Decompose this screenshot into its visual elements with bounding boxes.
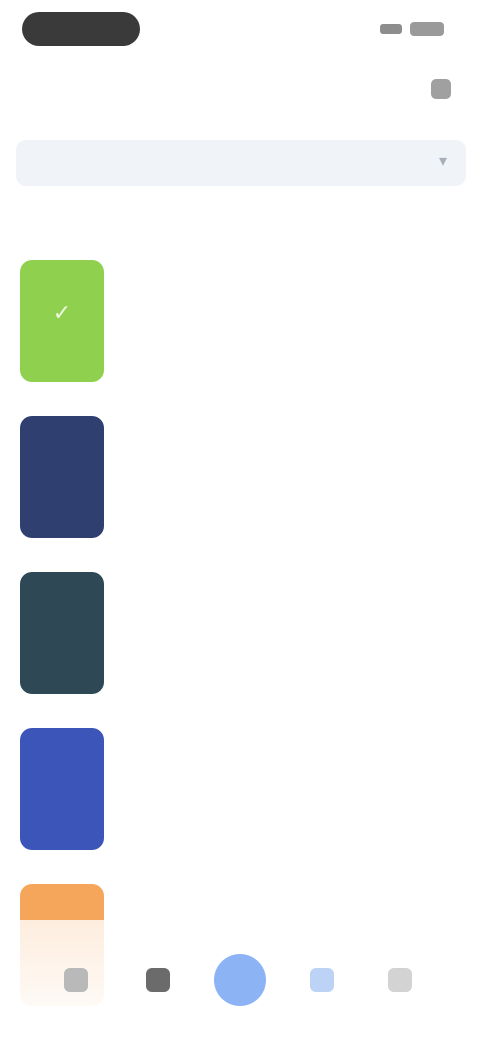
list-item[interactable] xyxy=(0,404,480,560)
library-icon xyxy=(310,968,334,992)
book-cover[interactable]: ✓ xyxy=(20,260,104,382)
book-cover[interactable] xyxy=(20,728,104,850)
book-list: ✓ xyxy=(0,248,480,1028)
discover-icon xyxy=(146,968,170,992)
header xyxy=(0,60,480,116)
status-icons xyxy=(380,22,444,36)
list-item[interactable] xyxy=(0,716,480,872)
home-icon xyxy=(64,968,88,992)
battery-icon xyxy=(410,22,444,36)
nav-profile[interactable] xyxy=(370,950,430,1010)
status-bar xyxy=(0,0,480,60)
menu-button[interactable] xyxy=(428,76,454,102)
filter-icon[interactable]: ▾ xyxy=(434,153,452,171)
list-item[interactable]: ✓ xyxy=(0,248,480,404)
search-input[interactable]: ▾ xyxy=(16,140,466,186)
profile-icon xyxy=(388,968,412,992)
filter-row xyxy=(16,194,466,218)
nav-library[interactable] xyxy=(292,950,352,1010)
book-cover[interactable] xyxy=(20,416,104,538)
book-cover[interactable] xyxy=(20,572,104,694)
signal-icon xyxy=(380,24,402,34)
menu-icon xyxy=(431,79,451,99)
bottom-nav xyxy=(0,920,480,1040)
nav-home[interactable] xyxy=(46,950,106,1010)
dynamic-island xyxy=(22,12,140,46)
list-item[interactable] xyxy=(0,560,480,716)
add-icon xyxy=(214,954,266,1006)
nav-discover[interactable] xyxy=(128,950,188,1010)
check-icon: ✓ xyxy=(52,300,72,325)
nav-add[interactable] xyxy=(210,950,270,1010)
